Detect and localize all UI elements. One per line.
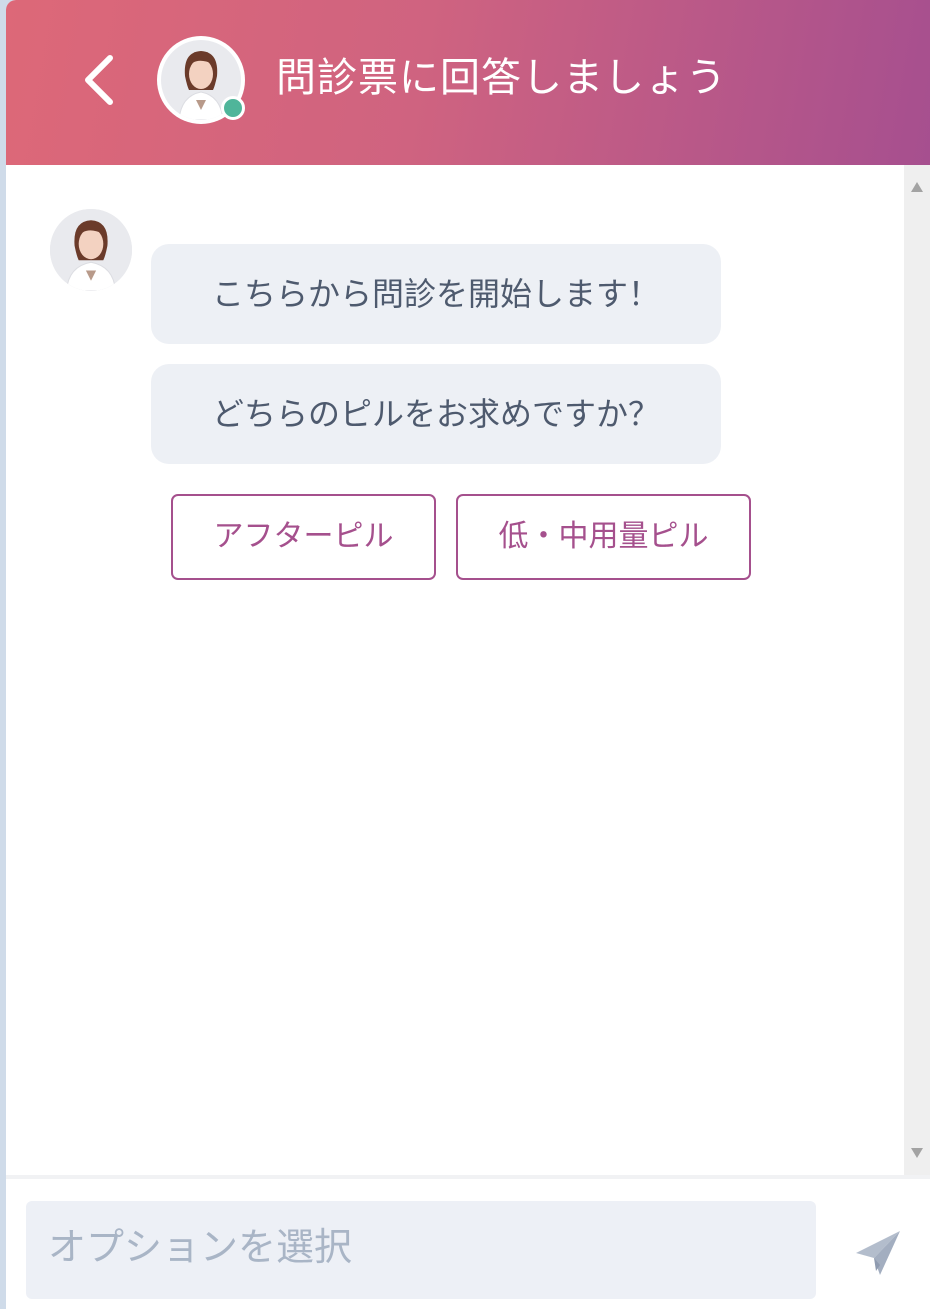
triangle-down-icon[interactable]	[910, 1147, 924, 1159]
chat-window: 問診票に回答しましょう こちらから問診を開始します！ どちらのピルをお求めですか…	[6, 0, 930, 1309]
online-status-indicator	[221, 96, 245, 120]
chat-message-bubble: どちらのピルをお求めですか？	[151, 364, 721, 464]
chat-header: 問診票に回答しましょう	[6, 0, 930, 165]
option-select-input[interactable]: オプションを選択	[26, 1201, 816, 1299]
message-avatar	[50, 209, 132, 291]
paper-plane-icon	[856, 1231, 900, 1275]
triangle-up-icon[interactable]	[910, 181, 924, 193]
send-button[interactable]	[850, 1225, 906, 1281]
back-button[interactable]	[76, 52, 126, 108]
option-button-after-pill[interactable]: アフターピル	[171, 494, 436, 580]
chevron-left-icon	[85, 55, 113, 105]
option-button-low-dose-pill[interactable]: 低・中用量ピル	[456, 494, 751, 580]
chat-input-bar: オプションを選択	[6, 1175, 930, 1309]
page-title: 問診票に回答しましょう	[276, 55, 727, 101]
message-scrollbar[interactable]	[904, 165, 930, 1175]
chat-message-bubble: こちらから問診を開始します！	[151, 244, 721, 344]
